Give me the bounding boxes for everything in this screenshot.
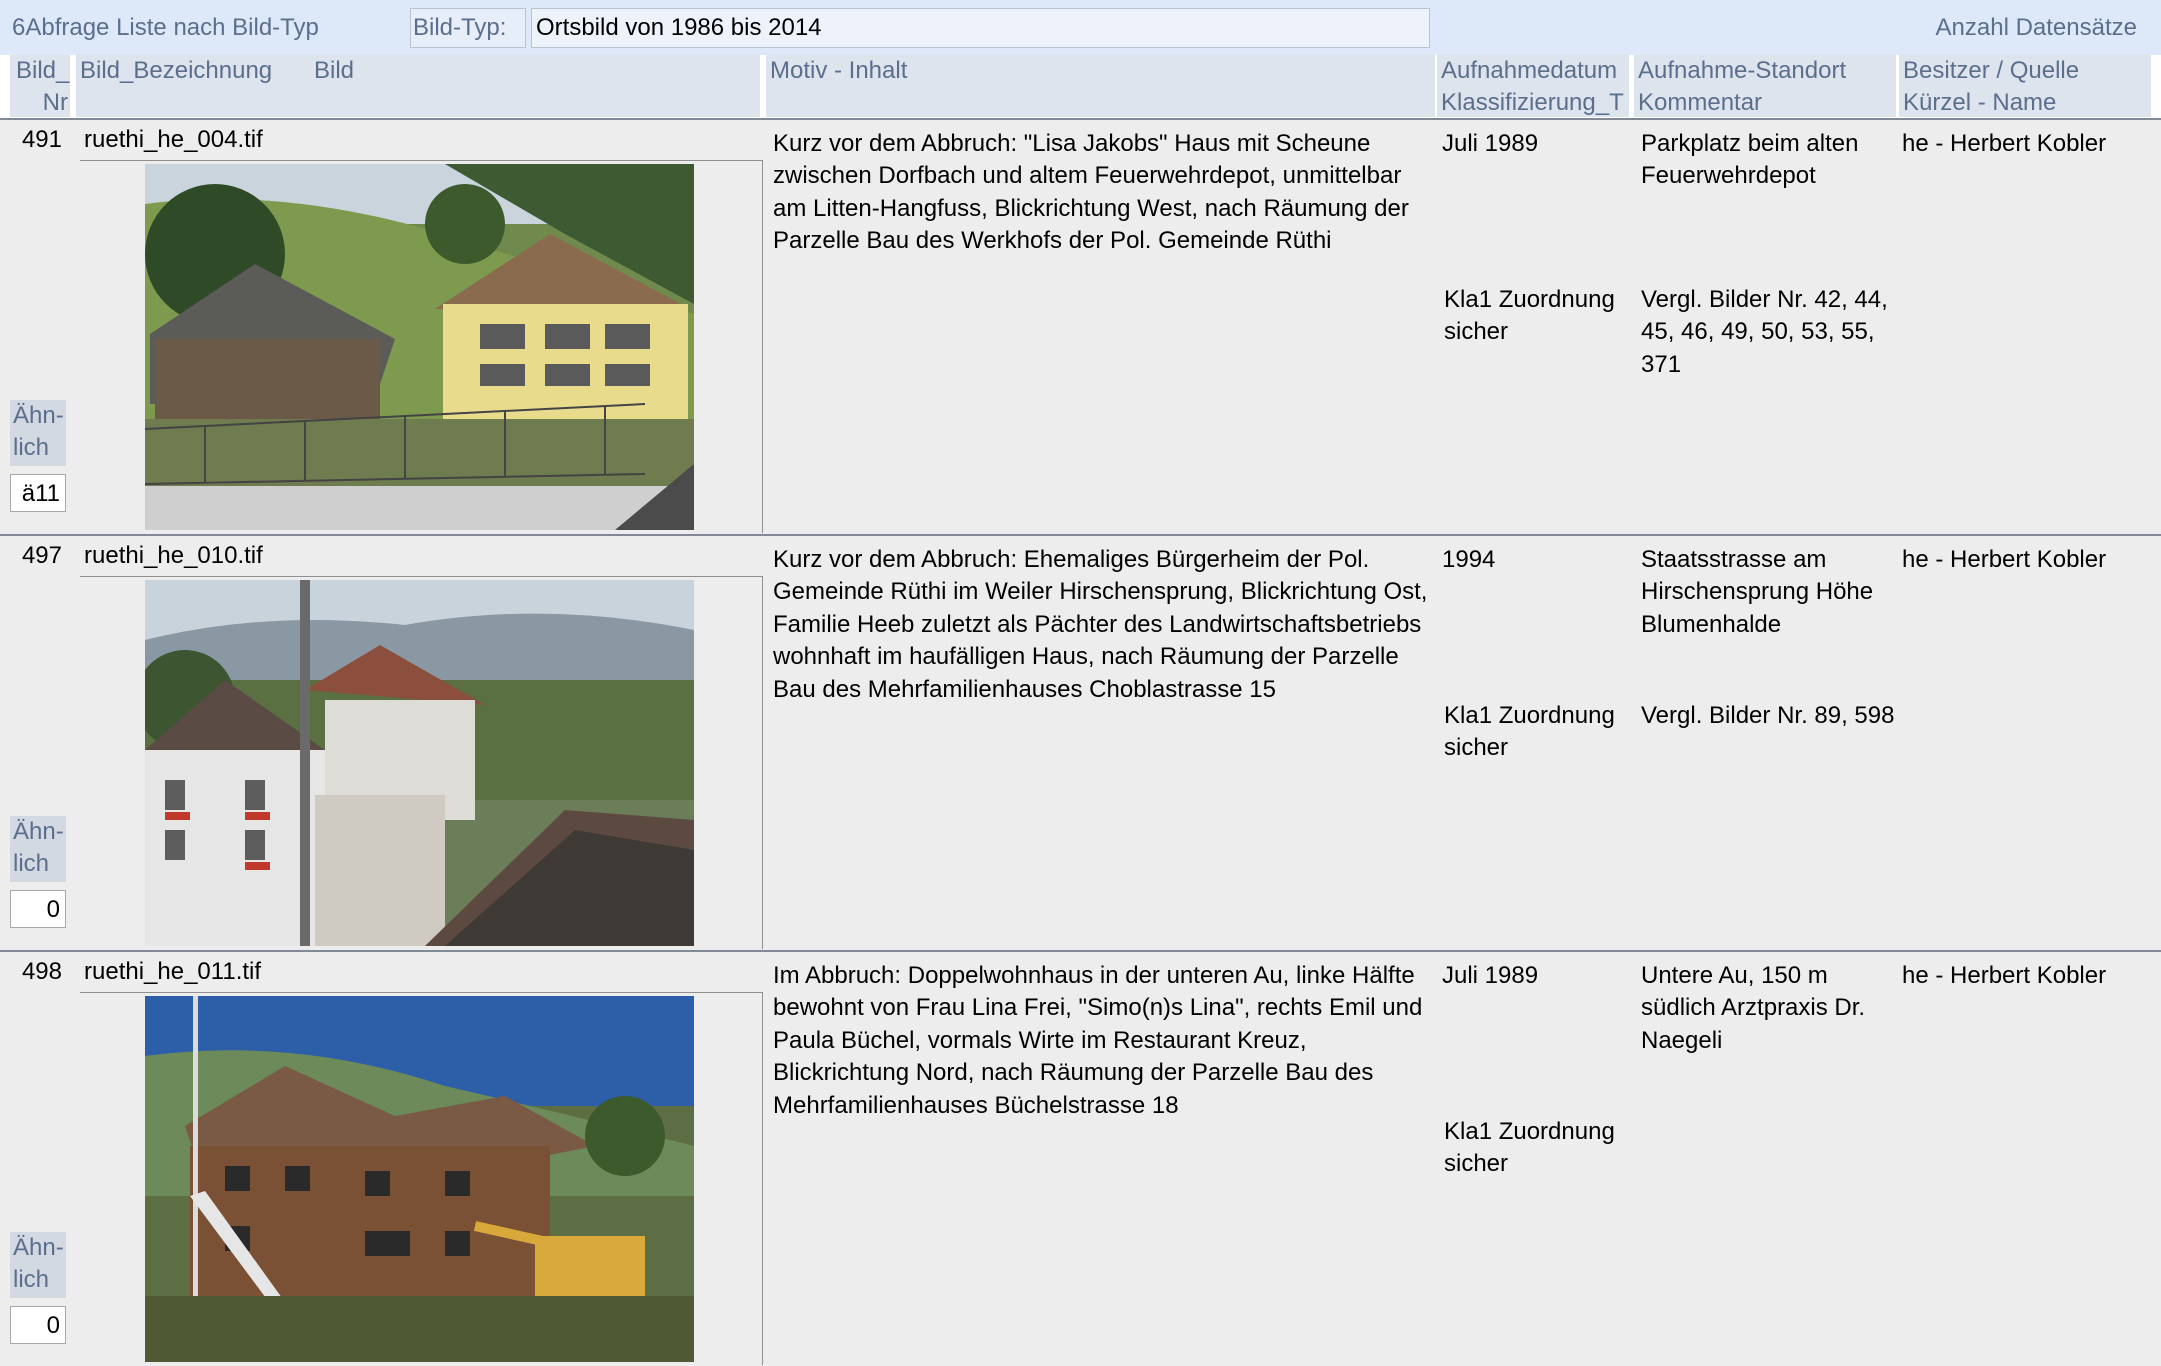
klassifizierung[interactable]: Kla1 Zuordnung sicher xyxy=(1444,700,1639,765)
motiv-inhalt[interactable]: Im Abbruch: Doppelwohnhaus in der untere… xyxy=(773,960,1433,1122)
aehnlich-label: Ähn-lich xyxy=(10,400,66,466)
bild-bezeichnung[interactable]: ruethi_he_011.tif xyxy=(84,958,261,986)
besitzer[interactable]: he - Herbert Kobler xyxy=(1902,544,2152,576)
column-header-besitzer-line1: Besitzer / Quelle xyxy=(1903,57,2080,84)
kommentar[interactable]: Vergl. Bilder Nr. 42, 44, 45, 46, 49, 50… xyxy=(1641,284,1899,381)
motiv-inhalt[interactable]: Kurz vor dem Abbruch: "Lisa Jakobs" Haus… xyxy=(773,128,1433,258)
column-header-bezeichnung: Bild_Bezeichnung xyxy=(80,57,273,84)
record-count-label: Anzahl Datensätze xyxy=(1935,14,2137,41)
column-header-datum: Aufnahmedatum Klassifizierung_T xyxy=(1437,55,1629,117)
besitzer[interactable]: he - Herbert Kobler xyxy=(1902,128,2152,160)
aufnahme-standort[interactable]: Parkplatz beim alten Feuerwehrdepot xyxy=(1641,128,1899,193)
kommentar[interactable]: Vergl. Bilder Nr. 89, 598 xyxy=(1641,700,1899,732)
aufnahmedatum[interactable]: Juli 1989 xyxy=(1442,960,1637,992)
klassifizierung[interactable]: Kla1 Zuordnung sicher xyxy=(1444,1116,1639,1181)
bildtyp-field[interactable]: Ortsbild von 1986 bis 2014 xyxy=(531,8,1430,48)
column-header-bild-label: Bild xyxy=(314,57,355,84)
column-header-standort-line2: Kommentar xyxy=(1638,89,1763,116)
photo-farmhouse[interactable] xyxy=(145,164,694,530)
aehnlich-label: Ähn-lich xyxy=(10,816,66,882)
column-header-datum-line1: Aufnahmedatum xyxy=(1441,57,1618,84)
klassifizierung[interactable]: Kla1 Zuordnung sicher xyxy=(1444,284,1639,349)
photo-buergerheim[interactable] xyxy=(145,580,694,946)
aehnlich-label: Ähn-lich xyxy=(10,1232,66,1298)
column-header-motiv: Motiv - Inhalt xyxy=(766,55,1435,117)
column-header-motiv-label: Motiv - Inhalt xyxy=(770,57,908,84)
column-header-nr-line2: Nr xyxy=(42,89,68,116)
aehnlich-field[interactable]: ä11 xyxy=(10,474,66,512)
column-header-besitzer: Besitzer / Quelle Kürzel - Name xyxy=(1899,55,2151,117)
photo-doppelwohnhaus[interactable] xyxy=(145,996,694,1362)
aufnahmedatum[interactable]: Juli 1989 xyxy=(1442,128,1637,160)
column-header-standort-line1: Aufnahme-Standort xyxy=(1638,57,1847,84)
aehnlich-field[interactable]: 0 xyxy=(10,890,66,928)
besitzer[interactable]: he - Herbert Kobler xyxy=(1902,960,2152,992)
aehnlich-field[interactable]: 0 xyxy=(10,1306,66,1344)
bildtyp-label: Bild-Typ: xyxy=(410,8,526,48)
record-row: 491 ruethi_he_004.tif Ähn-lich ä11 Kurz … xyxy=(0,118,2161,534)
column-header-nr-line1: Bild_ xyxy=(16,57,70,84)
column-header-datum-line2: Klassifizierung_T xyxy=(1441,89,1624,116)
column-header-besitzer-line2: Kürzel - Name xyxy=(1903,89,2057,116)
bild-nr[interactable]: 497 xyxy=(8,542,62,570)
aufnahme-standort[interactable]: Untere Au, 150 m südlich Arztpraxis Dr. … xyxy=(1641,960,1899,1057)
form-title: 6Abfrage Liste nach Bild-Typ xyxy=(12,14,319,41)
bild-bezeichnung[interactable]: ruethi_he_004.tif xyxy=(84,126,263,154)
aufnahme-standort[interactable]: Staatsstrasse am Hirschensprung Höhe Blu… xyxy=(1641,544,1899,641)
column-header-standort: Aufnahme-Standort Kommentar xyxy=(1634,55,1896,117)
motiv-inhalt[interactable]: Kurz vor dem Abbruch: Ehemaliges Bürgerh… xyxy=(773,544,1433,706)
bild-nr[interactable]: 491 xyxy=(8,126,62,154)
record-row: 498 ruethi_he_011.tif Ähn-lich 0 Im Abbr… xyxy=(0,950,2161,1366)
column-header-nr: Bild_ Nr xyxy=(10,55,70,117)
column-header-bild: Bild_Bezeichnung Bild xyxy=(76,55,760,117)
bild-bezeichnung[interactable]: ruethi_he_010.tif xyxy=(84,542,263,570)
form-header-bar: 6Abfrage Liste nach Bild-Typ Bild-Typ: O… xyxy=(0,0,2161,55)
aufnahmedatum[interactable]: 1994 xyxy=(1442,544,1637,576)
record-row: 497 ruethi_he_010.tif Ähn-lich 0 Kurz vo… xyxy=(0,534,2161,950)
bild-nr[interactable]: 498 xyxy=(8,958,62,986)
